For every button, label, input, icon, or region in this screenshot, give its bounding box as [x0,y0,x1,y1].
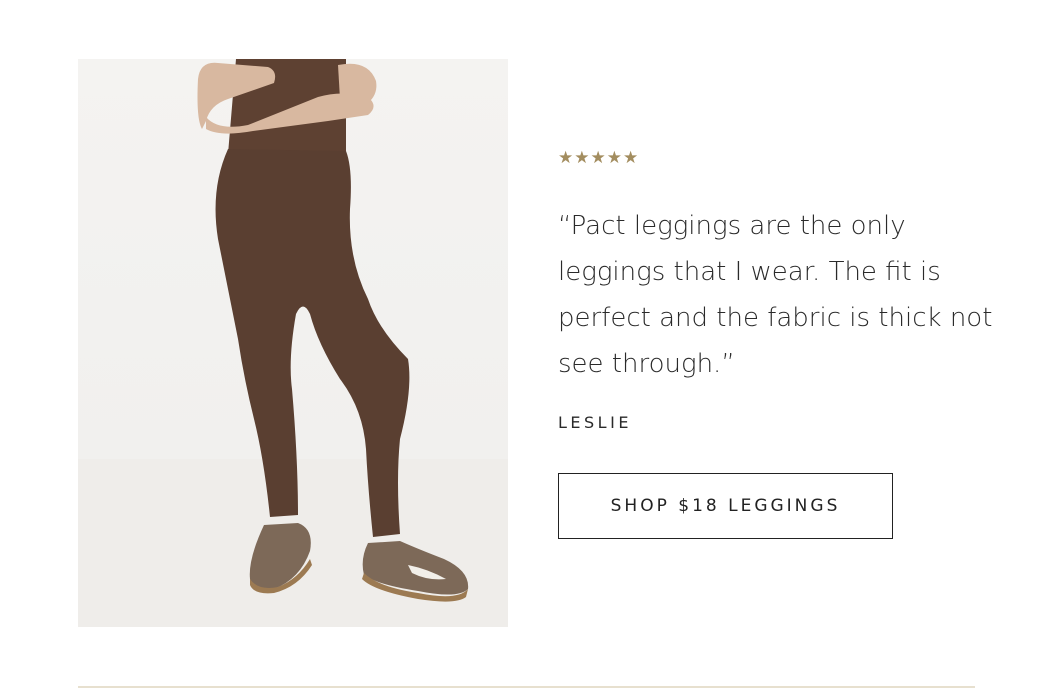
product-photo [78,59,508,627]
review-block: ★★★★★ “Pact leggings are the only leggin… [558,146,1018,432]
model-leggings-illustration [78,59,508,627]
review-author: LESLIE [558,413,632,432]
star-rating: ★★★★★ [558,148,640,167]
review-quote: “Pact leggings are the only leggings tha… [558,211,993,379]
section-divider [78,686,975,688]
shop-leggings-button[interactable]: SHOP $18 LEGGINGS [558,473,893,539]
